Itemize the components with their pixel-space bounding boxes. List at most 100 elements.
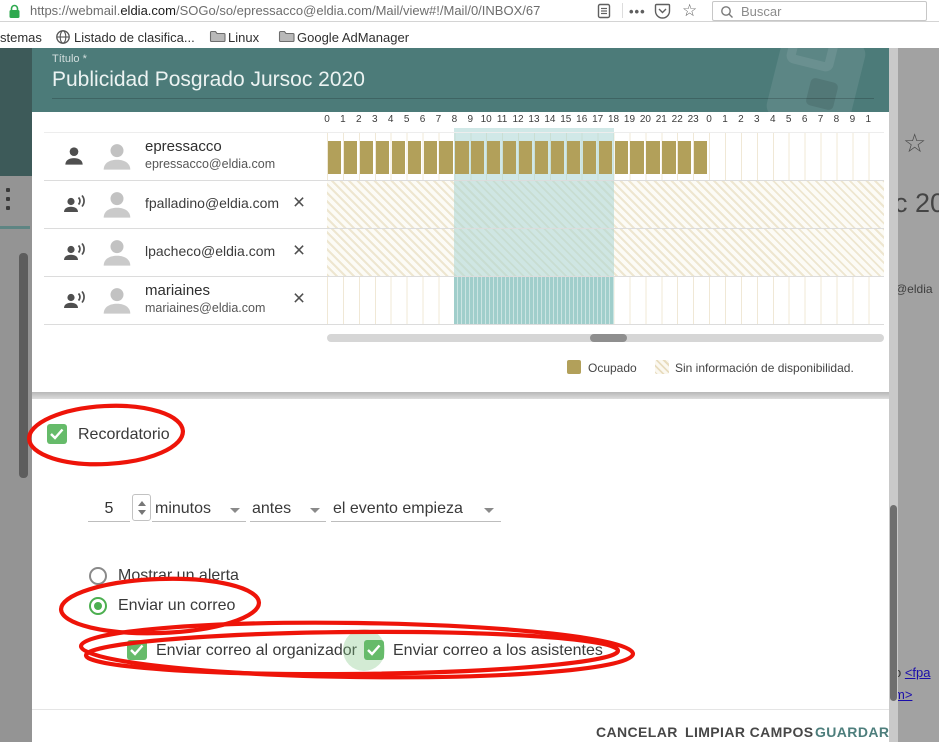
occupied-block xyxy=(630,141,643,174)
reminder-quantity-input[interactable]: 5 xyxy=(88,500,130,518)
hour-tick-label: 9 xyxy=(462,114,478,125)
occupied-block xyxy=(567,141,580,174)
email-organizer-checkbox[interactable] xyxy=(127,640,147,660)
hour-tick-label: 11 xyxy=(494,114,510,125)
avatar xyxy=(98,137,136,175)
background-scrollbar-thumb[interactable] xyxy=(19,253,28,478)
hour-tick-label: 0 xyxy=(319,114,335,125)
pocket-icon[interactable] xyxy=(654,3,671,19)
hour-tick-label: 4 xyxy=(765,114,781,125)
chevron-down-icon[interactable] xyxy=(310,508,320,513)
attendee-email: fpalladino@eldia.com xyxy=(145,195,279,211)
hour-tick-label: 19 xyxy=(621,114,637,125)
avatar xyxy=(98,281,136,319)
occupied-block xyxy=(471,141,484,174)
row-separator xyxy=(44,228,884,229)
attendee-name: mariaines xyxy=(145,282,210,299)
save-button[interactable]: GUARDAR xyxy=(815,724,889,740)
hour-tick-label: 3 xyxy=(367,114,383,125)
dimmed-app-background-right: ☆ c 20 @eldia o <fpa m> xyxy=(898,48,939,742)
globe-icon xyxy=(55,29,71,50)
remove-attendee-button[interactable]: × xyxy=(287,237,311,265)
radio-selected-dot xyxy=(94,602,102,610)
event-title-input[interactable]: Publicidad Posgrado Jursoc 2020 xyxy=(52,68,365,92)
hour-tick-label: 13 xyxy=(526,114,542,125)
kebab-menu-icon[interactable] xyxy=(6,206,10,210)
hour-tick-label: 3 xyxy=(749,114,765,125)
link-prefix: o xyxy=(898,665,905,680)
search-box[interactable]: Buscar xyxy=(712,1,927,21)
legend-noinfo-swatch xyxy=(655,360,669,374)
quantity-stepper[interactable] xyxy=(132,494,151,521)
bookmark-star-icon[interactable]: ☆ xyxy=(682,1,697,21)
background-link[interactable]: <fpa xyxy=(905,665,931,680)
remove-attendee-button[interactable]: × xyxy=(287,285,311,313)
occupied-block xyxy=(503,141,516,174)
grid-scrollbar-thumb[interactable] xyxy=(590,334,627,342)
kebab-menu-icon[interactable] xyxy=(6,188,10,192)
occupied-block xyxy=(519,141,532,174)
reminder-unit-select[interactable]: minutos xyxy=(155,500,211,518)
relation-underline xyxy=(250,521,326,522)
email-attendees-checkbox[interactable] xyxy=(364,640,384,660)
attendee-email: mariaines@eldia.com xyxy=(145,301,265,315)
email-attendees-label: Enviar correo a los asistentes xyxy=(393,642,603,660)
bookmark-item[interactable]: Listado de clasifica... xyxy=(74,30,195,45)
occupied-block xyxy=(487,141,500,174)
url-bar[interactable]: https://webmail.eldia.com/SOGo/so/epress… xyxy=(30,3,586,18)
stepper-up-icon[interactable] xyxy=(138,501,146,506)
occupied-block xyxy=(376,141,389,174)
occupied-block xyxy=(328,141,341,174)
occupied-block xyxy=(551,141,564,174)
reference-underline xyxy=(331,521,501,522)
chevron-down-icon[interactable] xyxy=(484,508,494,513)
dialog-scrollbar-thumb[interactable] xyxy=(890,505,897,701)
show-alert-radio[interactable] xyxy=(89,567,107,585)
grid-horizontal-scrollbar[interactable] xyxy=(327,334,884,342)
hour-tick-label: 7 xyxy=(813,114,829,125)
background-star-icon: ☆ xyxy=(903,128,926,159)
send-email-label: Enviar un correo xyxy=(118,597,235,615)
reader-mode-icon[interactable] xyxy=(597,3,611,19)
row-separator xyxy=(44,276,884,277)
remove-attendee-button[interactable]: × xyxy=(287,189,311,217)
hour-tick-label: 17 xyxy=(590,114,606,125)
kebab-menu-icon[interactable] xyxy=(6,197,10,201)
hour-tick-label: 18 xyxy=(606,114,622,125)
reminder-reference-select[interactable]: el evento empieza xyxy=(333,500,463,518)
legend-occupied-label: Ocupado xyxy=(588,361,637,375)
chevron-down-icon[interactable] xyxy=(230,508,240,513)
hour-tick-label: 1 xyxy=(335,114,351,125)
title-field-label: Título * xyxy=(52,53,87,65)
dimmed-header-block xyxy=(0,48,32,176)
hour-tick-label: 7 xyxy=(430,114,446,125)
hour-tick-label: 1 xyxy=(860,114,876,125)
reminder-relation-select[interactable]: antes xyxy=(252,500,291,518)
cancel-button[interactable]: CANCELAR xyxy=(596,724,678,740)
bookmark-item[interactable]: Google AdManager xyxy=(297,30,409,45)
occupied-block xyxy=(583,141,596,174)
search-placeholder: Buscar xyxy=(741,4,781,19)
hour-tick-label: 12 xyxy=(510,114,526,125)
footer-divider xyxy=(32,709,889,710)
row-separator xyxy=(44,180,884,181)
bookmark-item[interactable]: stemas xyxy=(0,30,42,45)
hour-tick-label: 14 xyxy=(542,114,558,125)
send-email-radio[interactable] xyxy=(89,597,107,615)
show-alert-label: Mostrar un alerta xyxy=(118,567,239,585)
bookmark-item[interactable]: Linux xyxy=(228,30,259,45)
hour-tick-label: 8 xyxy=(828,114,844,125)
occupied-block xyxy=(535,141,548,174)
hour-tick-label: 15 xyxy=(558,114,574,125)
reminder-checkbox[interactable] xyxy=(47,424,67,444)
occupied-block xyxy=(392,141,405,174)
clear-fields-button[interactable]: LIMPIAR CAMPOS xyxy=(685,724,814,740)
stepper-down-icon[interactable] xyxy=(138,510,146,515)
row-separator xyxy=(44,132,884,133)
attendee-email: epressacco@eldia.com xyxy=(145,157,275,171)
overflow-menu-icon[interactable]: ••• xyxy=(629,4,646,19)
avatar xyxy=(98,185,136,223)
background-link[interactable]: m> xyxy=(898,687,912,702)
attendee-email: lpacheco@eldia.com xyxy=(145,243,275,259)
screen: https://webmail.eldia.com/SOGo/so/epress… xyxy=(0,0,939,742)
